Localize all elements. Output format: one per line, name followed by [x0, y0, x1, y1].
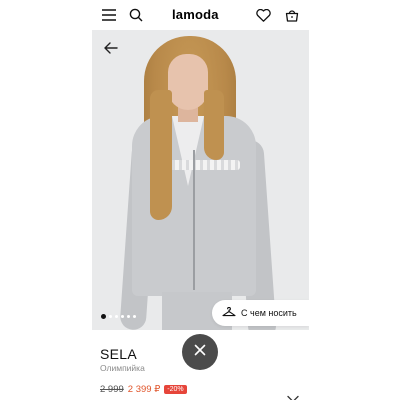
- close-icon: [194, 343, 206, 361]
- discount-badge: -20%: [164, 385, 187, 394]
- product-image[interactable]: С чем носить: [92, 30, 309, 330]
- pagination-dot[interactable]: [127, 315, 130, 318]
- close-button[interactable]: [182, 334, 218, 370]
- gallery-pagination[interactable]: [101, 314, 136, 319]
- photo-zipper: [193, 150, 195, 290]
- heart-icon[interactable]: [254, 6, 272, 24]
- pagination-dot[interactable]: [101, 314, 106, 319]
- pagination-dot[interactable]: [121, 315, 124, 318]
- photo-face: [168, 54, 208, 110]
- pagination-dot[interactable]: [115, 315, 118, 318]
- pagination-dot[interactable]: [109, 315, 112, 318]
- price-row: 2 999 2 399 ₽ -20%: [100, 384, 187, 395]
- old-price: 2 999: [100, 384, 124, 395]
- product-brand[interactable]: SELA: [100, 346, 137, 362]
- top-bar: lamoda: [92, 0, 309, 30]
- pagination-dot[interactable]: [133, 315, 136, 318]
- product-category: Олимпийка: [100, 363, 145, 373]
- bag-icon[interactable]: [283, 6, 301, 24]
- menu-icon[interactable]: [100, 6, 118, 24]
- wear-with-label: С чем носить: [241, 308, 297, 318]
- photo-hair-strand: [150, 90, 172, 220]
- product-screen: lamoda С чем носить SELA Олимпийка 2 999…: [92, 0, 309, 400]
- chevron-down-icon[interactable]: [287, 390, 299, 400]
- current-price: 2 399 ₽: [127, 384, 161, 395]
- wear-with-button[interactable]: С чем носить: [212, 300, 309, 326]
- search-icon[interactable]: [127, 6, 145, 24]
- back-arrow-icon[interactable]: [102, 39, 120, 57]
- hanger-icon: [222, 306, 236, 319]
- photo-hair-strand: [204, 90, 224, 160]
- lamoda-logo[interactable]: lamoda: [172, 7, 219, 22]
